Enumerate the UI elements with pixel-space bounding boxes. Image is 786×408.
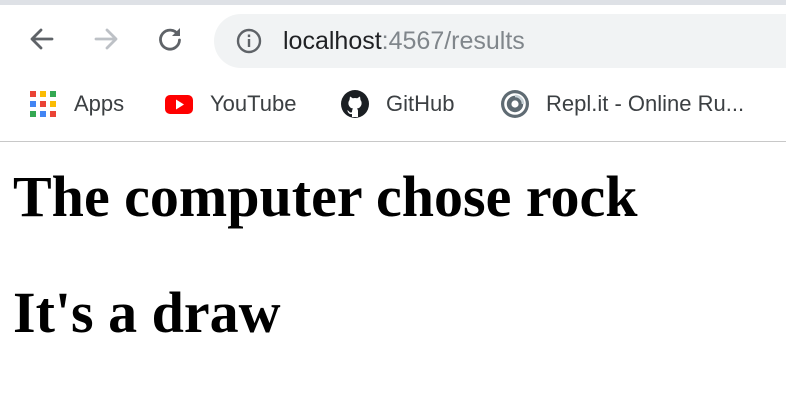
- bookmark-replit[interactable]: Repl.it - Online Ru...: [500, 89, 744, 119]
- arrow-left-icon: [30, 28, 54, 50]
- reload-icon: [159, 28, 181, 51]
- bookmark-apps[interactable]: Apps: [28, 89, 124, 119]
- bookmark-github[interactable]: GitHub: [340, 89, 454, 119]
- apps-grid-icon: [30, 91, 56, 117]
- github-icon: [341, 90, 369, 118]
- bookmark-label: GitHub: [386, 91, 455, 116]
- browser-toolbar: localhost:4567/results: [0, 5, 786, 75]
- bookmark-youtube[interactable]: YouTube: [164, 89, 296, 119]
- url-text[interactable]: localhost:4567/results: [283, 26, 525, 56]
- youtube-icon: [165, 95, 193, 114]
- url-host: localhost: [283, 27, 382, 55]
- back-button[interactable]: [22, 19, 62, 59]
- bookmark-label: Apps: [74, 91, 125, 116]
- arrow-right-icon: [94, 28, 118, 50]
- bookmark-label: Repl.it - Online Ru...: [546, 91, 745, 116]
- result-choice-heading: The computer chose rock: [13, 164, 638, 229]
- address-bar[interactable]: localhost:4567/results: [214, 14, 786, 68]
- result-outcome-heading: It's a draw: [13, 280, 281, 345]
- url-path: :4567/results: [381, 27, 525, 55]
- forward-button[interactable]: [86, 19, 126, 59]
- reload-button[interactable]: [150, 19, 190, 59]
- replit-icon: [501, 90, 529, 118]
- info-icon[interactable]: [236, 28, 262, 54]
- page-content: The computer chose rock It's a draw: [0, 142, 786, 408]
- bookmark-label: YouTube: [210, 91, 297, 116]
- bookmarks-bar: Apps YouTube GitHub Repl.it - Online Ru.…: [0, 75, 786, 142]
